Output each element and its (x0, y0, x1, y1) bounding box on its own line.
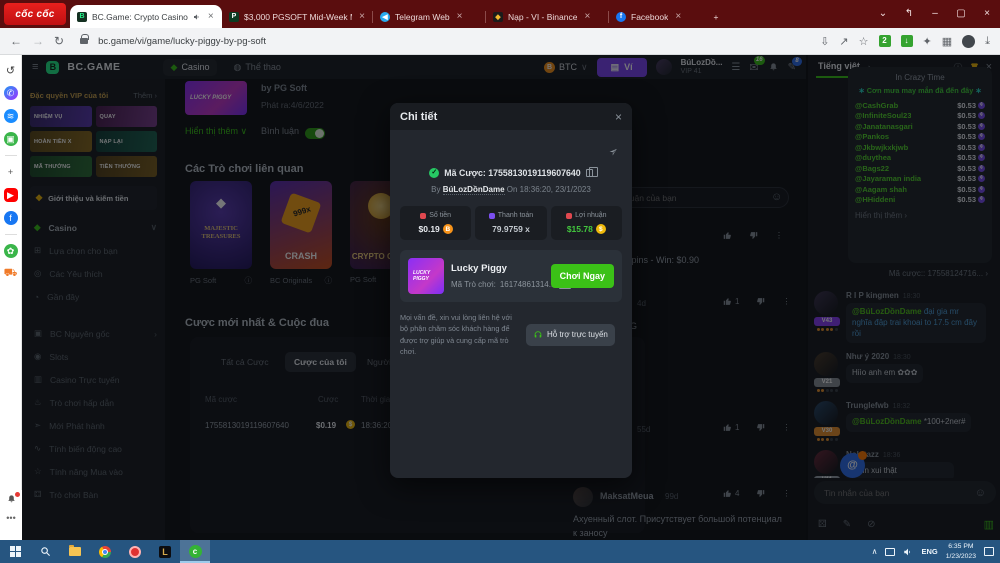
modal-game-card: LUCKY PIGGY Lucky Piggy Mã Trò chơi:1617… (400, 250, 622, 302)
clock[interactable]: 6:35 PM 1/23/2023 (946, 542, 976, 560)
coccoc-sidebar-bottom: ••• (0, 490, 22, 540)
gold-coin-icon: $ (596, 224, 606, 234)
more-menu-icon[interactable]: ••• (6, 513, 15, 523)
binance-favicon: ◆ (493, 12, 503, 22)
network-icon[interactable] (885, 548, 895, 556)
browser-tab-bar: cốc cốc B BC.Game: Crypto Casino × P $3,… (0, 0, 1000, 28)
new-tab-button[interactable]: + (704, 5, 728, 28)
language-indicator[interactable]: ENG (921, 547, 937, 556)
maximize-button[interactable]: ▢ (948, 0, 974, 28)
windows-taskbar: L c ∧ ENG 6:35 PM 1/23/2023 (0, 540, 1000, 563)
tab-search-icon[interactable]: ⌄ (870, 0, 896, 28)
promo-icon[interactable]: ✿ (4, 244, 18, 258)
support-note: Mọi vấn đề, xin vui lòng liên hệ với bộ … (400, 312, 518, 357)
address-bar[interactable]: bc.game/vi/game/lucky-piggy-by-pg-soft (98, 36, 810, 47)
modal-header: Chi tiết × (390, 103, 632, 130)
modal-close-icon[interactable]: × (615, 110, 622, 124)
add-shortcut-icon[interactable]: + (4, 165, 18, 179)
amount-icon (420, 213, 426, 219)
forward-button[interactable]: → (32, 34, 44, 48)
tray-expand-icon[interactable]: ∧ (872, 547, 878, 556)
tab-close-icon[interactable]: × (359, 11, 365, 22)
shopping-cart-icon[interactable]: ⛟ (4, 267, 18, 281)
verified-check-icon: ✓ (429, 168, 439, 178)
browser-toolbar: ← → ↻ bc.game/vi/game/lucky-piggy-by-pg-… (0, 28, 1000, 55)
file-explorer-button[interactable] (60, 540, 90, 563)
by-label: By (431, 185, 440, 194)
chrome-button[interactable] (90, 540, 120, 563)
live-support-button[interactable]: Hỗ trợ trực tuyến (526, 324, 615, 346)
adblock-extension-icon[interactable]: 2 (879, 35, 891, 47)
coccoc-sidebar: ↺ ✆ ≋ ▣ + ▶ f ✿ ⛟ (0, 55, 22, 540)
messenger-icon[interactable]: ✆ (4, 86, 18, 100)
save-page-icon[interactable]: ⇩ (820, 35, 829, 48)
tab-pgsoft[interactable]: P $3,000 PGSOFT Mid-Week M × (222, 5, 372, 28)
rewards-icon[interactable]: ✦ (923, 35, 932, 48)
bet-id-line: Mã Cược: 1755813019119607640 (444, 168, 580, 178)
player-link[interactable]: BúLozDồnDame (443, 185, 505, 195)
stat-amount: Số tiền $0.19B (400, 206, 471, 240)
share-icon[interactable]: ↗ (839, 35, 848, 48)
game-name: Lucky Piggy (451, 263, 566, 274)
close-button[interactable]: × (974, 0, 1000, 28)
league-of-legends-button[interactable]: L (150, 540, 180, 563)
facebook-sidebar-icon[interactable]: f (4, 211, 18, 225)
system-tray: ∧ ENG 6:35 PM 1/23/2023 (872, 542, 1000, 560)
red-app-button[interactable] (120, 540, 150, 563)
notification-bell-icon[interactable] (6, 494, 17, 505)
minimize-button[interactable]: – (922, 0, 948, 28)
profit-icon (566, 213, 572, 219)
payout-icon (489, 213, 495, 219)
action-center-icon[interactable] (984, 547, 994, 556)
stat-profit: Lợi nhuận $15.78$ (551, 206, 622, 240)
tab-close-icon[interactable]: × (584, 11, 590, 22)
tab-close-icon[interactable]: × (208, 11, 214, 22)
play-now-button[interactable]: Chơi Ngay (551, 264, 614, 288)
extensions-puzzle-icon[interactable]: ▦ (942, 35, 952, 48)
bookmark-star-icon[interactable]: ☆ (859, 35, 869, 48)
search-button[interactable] (30, 540, 60, 563)
reload-button[interactable]: ↻ (54, 34, 64, 48)
pgsoft-favicon: P (229, 12, 239, 22)
game-thumb[interactable]: LUCKY PIGGY (408, 258, 444, 294)
coccoc-taskbar-button[interactable]: c (180, 540, 210, 563)
copy-icon[interactable] (586, 169, 593, 177)
stat-payout: Thanh toán 79.9759 x (475, 206, 546, 240)
game-id-line: Mã Trò chơi:16174861314... (451, 280, 566, 289)
downloads-icon[interactable]: ⤓ (985, 35, 990, 48)
modal-title: Chi tiết (400, 111, 437, 123)
tab-audio-icon[interactable] (193, 13, 201, 21)
on-label: On (507, 185, 518, 194)
games-icon[interactable]: ▣ (4, 132, 18, 146)
facebook-favicon: f (616, 12, 626, 22)
tab-close-icon[interactable]: × (457, 11, 463, 22)
bcgame-site: ≡ B BC.GAME ◆Casino ◍Thể thao B BTC ∨ ▤V… (22, 55, 1000, 540)
youtube-icon[interactable]: ▶ (4, 188, 18, 202)
profile-avatar[interactable] (962, 35, 975, 48)
coccoc-logo[interactable]: cốc cốc (4, 3, 66, 25)
telegram-favicon: ◀ (380, 12, 390, 22)
bet-datetime: 18:36:20, 23/1/2023 (520, 185, 591, 194)
tab-binance[interactable]: ◆ Nạp - VI - Binance × (486, 5, 608, 28)
tab-close-icon[interactable]: × (675, 11, 681, 22)
lock-icon[interactable] (80, 38, 88, 44)
volume-icon[interactable] (903, 547, 913, 557)
tab-telegram[interactable]: ◀ Telegram Web × (373, 5, 485, 28)
bet-details-modal: Chi tiết × ➣ ✓ Mã Cược: 1755813019119607… (390, 103, 632, 478)
start-button[interactable] (0, 540, 30, 563)
recent-tabs-icon[interactable]: ↰ (896, 0, 922, 28)
share-icon[interactable]: ➣ (606, 144, 621, 160)
back-button[interactable]: ← (10, 34, 22, 48)
newsfeed-icon[interactable]: ≋ (4, 109, 18, 123)
history-icon[interactable]: ↺ (4, 63, 18, 77)
tab-bcgame[interactable]: B BC.Game: Crypto Casino × (70, 5, 222, 28)
bcgame-favicon: B (77, 12, 87, 22)
tab-facebook[interactable]: f Facebook × (609, 5, 704, 28)
share-row: ➣ (390, 130, 632, 160)
downloader-extension-icon[interactable]: ↓ (901, 35, 913, 47)
btc-coin-icon: B (443, 224, 453, 234)
